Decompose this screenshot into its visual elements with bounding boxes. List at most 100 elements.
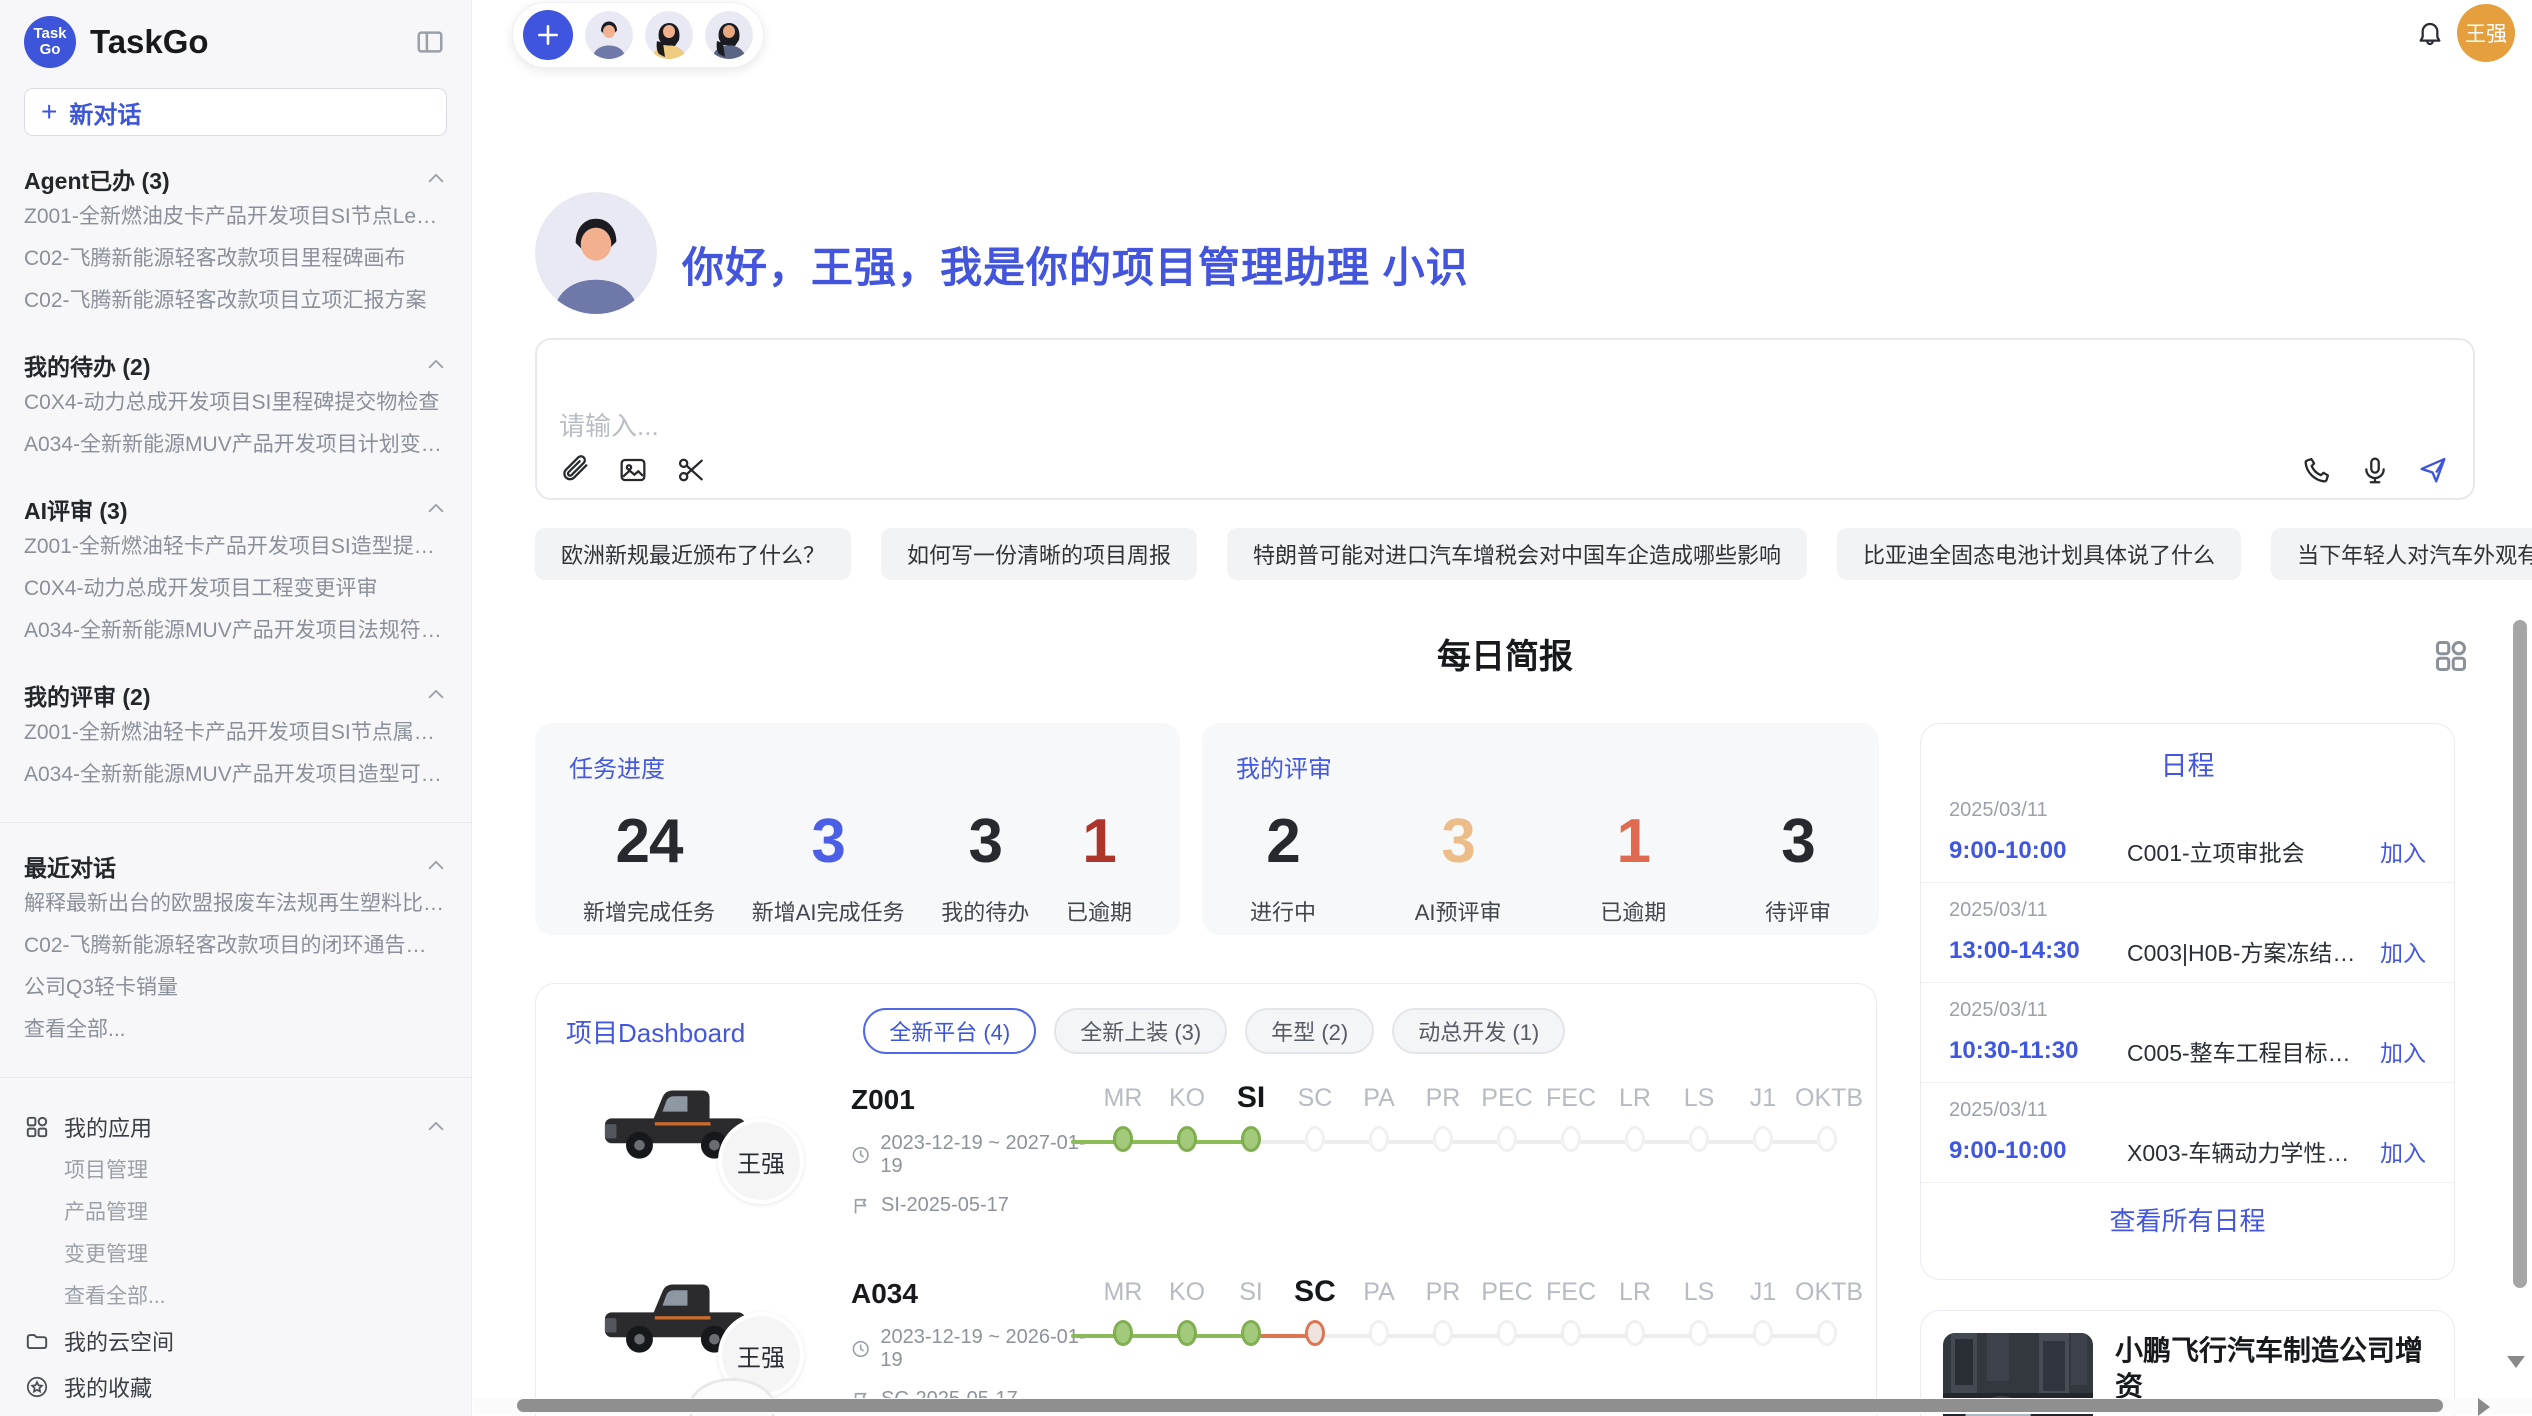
section-header-2[interactable]: AI评审 (3) <box>24 492 447 526</box>
recent-conversation-item[interactable]: 解释最新出台的欧盟报废车法规再生塑料比例被调至15%... <box>24 883 447 925</box>
dashboard-header: 项目Dashboard 全新平台 (4)全新上装 (3)年型 (2)动总开发 (… <box>566 1008 1846 1054</box>
app-link-item[interactable]: 产品管理 <box>24 1192 447 1234</box>
milestone-step[interactable]: MR <box>1091 1078 1155 1152</box>
sidebar-item-cloud-space[interactable]: 我的云空间 <box>24 1318 447 1364</box>
join-meeting-link[interactable]: 加入 <box>2380 1034 2426 1068</box>
sidebar-item-favorites[interactable]: 我的收藏 <box>24 1364 447 1410</box>
stat-item: 3AI预评审 <box>1415 806 1502 927</box>
dashboard-tab[interactable]: 年型 (2) <box>1245 1008 1374 1054</box>
sidebar-conversation-item[interactable]: Z001-全新燃油皮卡产品开发项目SI节点Lesson Learn报告 <box>24 196 447 238</box>
sidebar-conversation-item[interactable]: A034-全新新能源MUV产品开发项目法规符合性评审 <box>24 610 447 652</box>
image-icon[interactable] <box>617 454 649 486</box>
project-row[interactable]: 王强Z0012023-12-19 ~ 2027-01-19SI-2025-05-… <box>566 1078 1846 1248</box>
my-apps-header[interactable]: 我的应用 <box>24 1104 447 1150</box>
new-conversation-button[interactable]: + 新对话 <box>24 88 447 136</box>
app-link-item[interactable]: 变更管理 <box>24 1234 447 1276</box>
suggestion-chip[interactable]: 特朗普可能对进口汽车增税会对中国车企造成哪些影响 <box>1227 528 1807 580</box>
stat-label: 待评审 <box>1765 895 1831 927</box>
milestone-step[interactable]: SI <box>1219 1272 1283 1346</box>
assistant-avatar[interactable] <box>645 11 693 59</box>
scroll-right-arrow[interactable] <box>2478 1398 2490 1416</box>
chevron-up-icon[interactable] <box>425 684 447 706</box>
recent-conversation-item[interactable]: 公司Q3轻卡销量 <box>24 967 447 1009</box>
sidebar-conversation-item[interactable]: C02-飞腾新能源轻客改款项目立项汇报方案 <box>24 280 447 322</box>
milestone-step[interactable]: SC <box>1283 1078 1347 1152</box>
chevron-up-icon[interactable] <box>425 354 447 376</box>
section-title: 我的评审 (2) <box>24 678 151 712</box>
join-meeting-link[interactable]: 加入 <box>2380 934 2426 968</box>
dashboard-tab[interactable]: 全新平台 (4) <box>863 1008 1036 1054</box>
suggestion-chip[interactable]: 比亚迪全固态电池计划具体说了什么 <box>1837 528 2241 580</box>
join-meeting-link[interactable]: 加入 <box>2380 834 2426 868</box>
milestone-step[interactable]: KO <box>1155 1272 1219 1346</box>
schedule-item: 2025/03/119:00-10:00X003-车辆动力学性能验...加入 <box>1921 1083 2454 1183</box>
milestone-step[interactable]: SI <box>1219 1078 1283 1152</box>
suggestion-chip[interactable]: 当下年轻人对汽车外观有怎样的喜好趋势 <box>2271 528 2532 580</box>
phone-icon[interactable] <box>2301 454 2333 486</box>
section-header-3[interactable]: 我的评审 (2) <box>24 678 447 712</box>
milestone-step[interactable]: PEC <box>1475 1078 1539 1152</box>
microphone-icon[interactable] <box>2359 454 2391 486</box>
milestone-step[interactable]: PA <box>1347 1272 1411 1346</box>
milestone-step[interactable]: OKTB <box>1795 1078 1859 1152</box>
suggestion-chip[interactable]: 如何写一份清晰的项目周报 <box>881 528 1197 580</box>
join-meeting-link[interactable]: 加入 <box>2380 1134 2426 1168</box>
milestone-step[interactable]: J1 <box>1731 1078 1795 1152</box>
sidebar-conversation-item[interactable]: C0X4-动力总成开发项目SI里程碑提交物检查 <box>24 382 447 424</box>
sidebar-conversation-item[interactable]: A034-全新新能源MUV产品开发项目造型可行性评审 <box>24 754 447 796</box>
milestone-step[interactable]: KO <box>1155 1078 1219 1152</box>
sidebar-conversation-item[interactable]: A034-全新新能源MUV产品开发项目计划变更表编写 <box>24 424 447 466</box>
view-all-conversations-link[interactable]: 查看全部... <box>24 1009 447 1051</box>
stat-value: 1 <box>1066 806 1132 877</box>
dashboard-tab[interactable]: 动总开发 (1) <box>1392 1008 1565 1054</box>
milestone-step[interactable]: SC <box>1283 1272 1347 1346</box>
milestone-step[interactable]: LR <box>1603 1078 1667 1152</box>
sidebar-conversation-item[interactable]: Z001-全新燃油轻卡产品开发项目SI造型提交物评审 <box>24 526 447 568</box>
app-link-item[interactable]: 项目管理 <box>24 1150 447 1192</box>
sidebar-conversation-item[interactable]: C02-飞腾新能源轻客改款项目里程碑画布 <box>24 238 447 280</box>
scroll-down-arrow[interactable] <box>2507 1356 2525 1368</box>
paperclip-icon[interactable] <box>559 454 591 486</box>
dashboard-tab[interactable]: 全新上装 (3) <box>1054 1008 1227 1054</box>
section-header-0[interactable]: Agent已办 (3) <box>24 162 447 196</box>
milestone-step[interactable]: PA <box>1347 1078 1411 1152</box>
chevron-up-icon[interactable] <box>425 168 447 190</box>
recent-conversation-item[interactable]: C02-飞腾新能源轻客改款项目的闭环通告反馈情况 <box>24 925 447 967</box>
assistant-avatar[interactable] <box>705 11 753 59</box>
milestone-step[interactable]: OKTB <box>1795 1272 1859 1346</box>
milestone-step[interactable]: LR <box>1603 1272 1667 1346</box>
sidebar-collapse-icon[interactable] <box>413 25 447 59</box>
add-assistant-button[interactable] <box>523 10 573 60</box>
chevron-up-icon[interactable] <box>425 498 447 520</box>
recent-section-header[interactable]: 最近对话 <box>24 849 447 883</box>
layout-grid-icon[interactable] <box>2433 638 2469 674</box>
milestone-step[interactable]: PR <box>1411 1078 1475 1152</box>
section-header-1[interactable]: 我的待办 (2) <box>24 348 447 382</box>
milestone-step[interactable]: MR <box>1091 1272 1155 1346</box>
scissors-icon[interactable] <box>675 454 707 486</box>
milestone-step[interactable]: PR <box>1411 1272 1475 1346</box>
vertical-scrollbar-thumb[interactable] <box>2513 620 2527 1288</box>
milestone-step[interactable]: J1 <box>1731 1272 1795 1346</box>
suggestion-chip[interactable]: 欧洲新规最近颁布了什么？ <box>535 528 851 580</box>
user-avatar[interactable]: 王强 <box>2457 4 2515 62</box>
milestone-step[interactable]: FEC <box>1539 1078 1603 1152</box>
message-composer[interactable]: 请输入... <box>535 338 2475 500</box>
project-dashboard-card: 项目Dashboard 全新平台 (4)全新上装 (3)年型 (2)动总开发 (… <box>535 983 1877 1416</box>
sidebar-conversation-item[interactable]: C0X4-动力总成开发项目工程变更评审 <box>24 568 447 610</box>
horizontal-scrollbar-thumb[interactable] <box>517 1399 2443 1412</box>
view-all-schedule-link[interactable]: 查看所有日程 <box>1921 1201 2454 1238</box>
milestone-step[interactable]: PEC <box>1475 1272 1539 1346</box>
chevron-up-icon[interactable] <box>425 1116 447 1138</box>
milestone-step[interactable]: LS <box>1667 1272 1731 1346</box>
send-icon[interactable] <box>2417 454 2449 486</box>
notification-bell-icon[interactable] <box>2414 18 2446 50</box>
sidebar-conversation-item[interactable]: Z001-全新燃油轻卡产品开发项目SI节点属性5D文件评审 <box>24 712 447 754</box>
sidebar: Task Go TaskGo + 新对话 Agent已办 (3)Z001-全新燃… <box>0 0 472 1416</box>
assistant-avatar[interactable] <box>585 11 633 59</box>
chevron-up-icon[interactable] <box>425 855 447 877</box>
milestone-step[interactable]: FEC <box>1539 1272 1603 1346</box>
schedule-item: 2025/03/119:00-10:00C001-立项审批会加入 <box>1921 783 2454 883</box>
view-all-apps-link[interactable]: 查看全部... <box>24 1276 447 1318</box>
milestone-step[interactable]: LS <box>1667 1078 1731 1152</box>
